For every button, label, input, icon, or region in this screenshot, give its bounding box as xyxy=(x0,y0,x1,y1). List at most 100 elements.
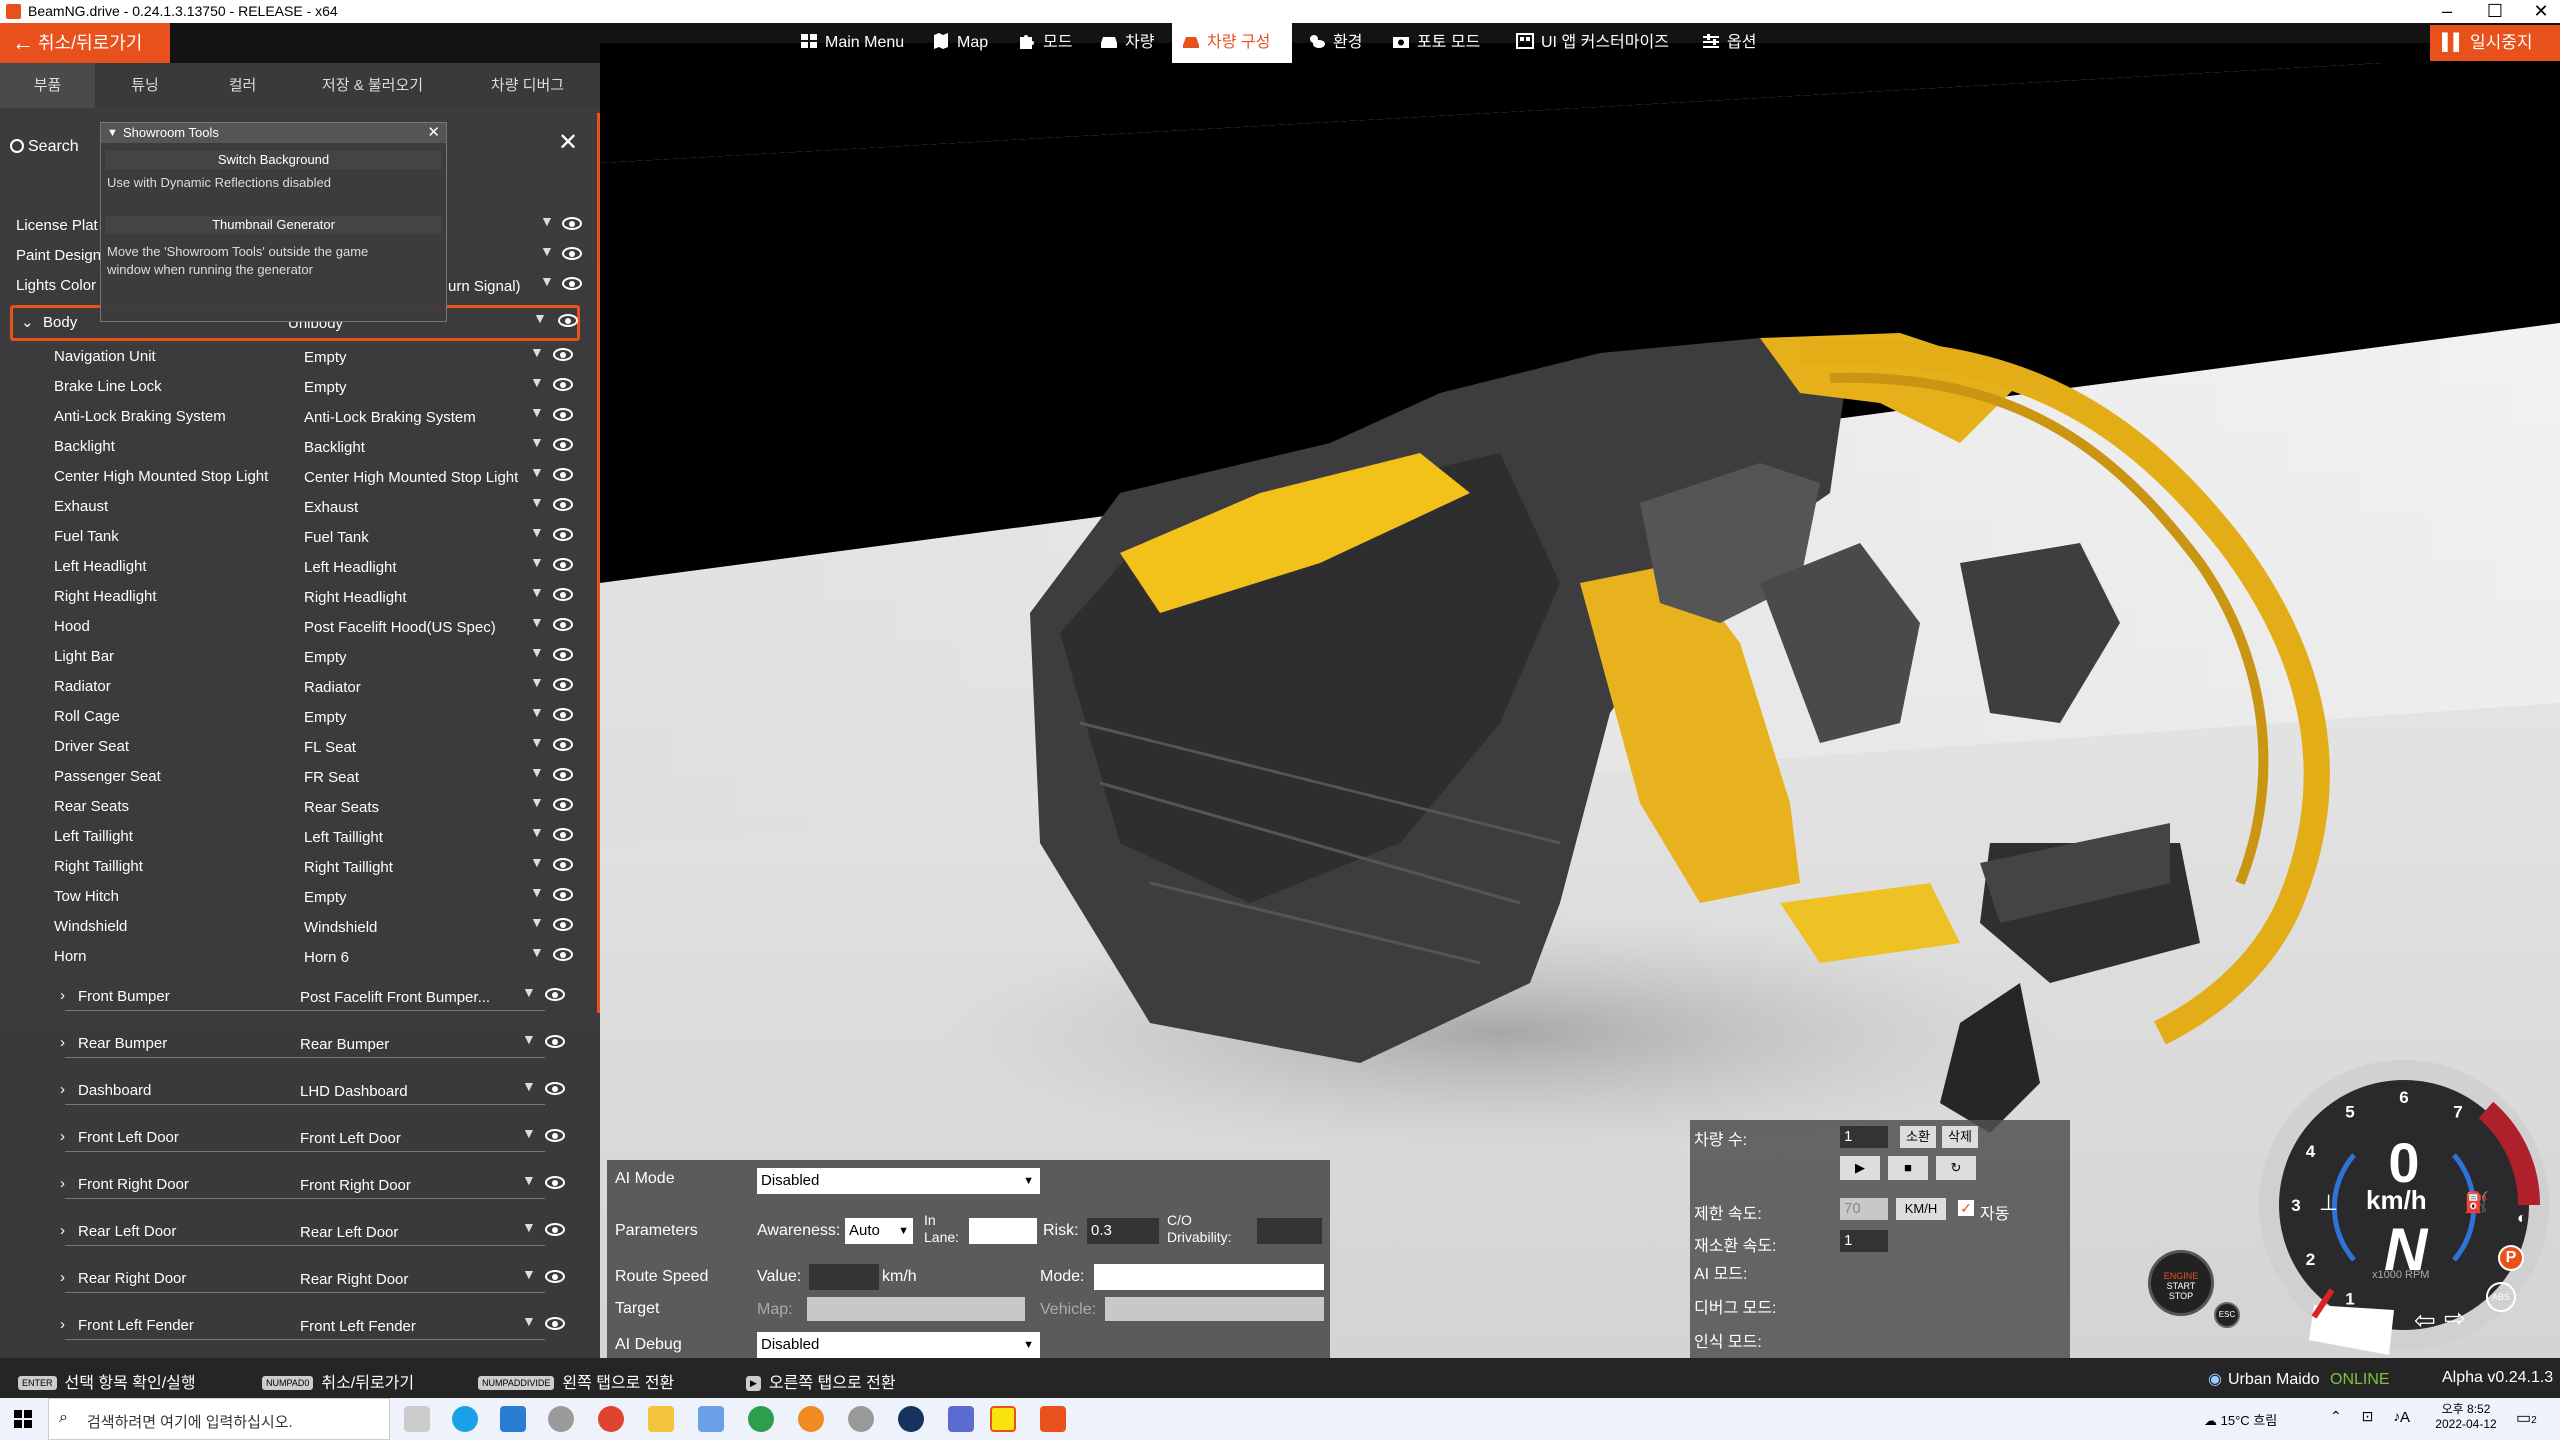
visibility-eye-icon[interactable] xyxy=(553,828,573,841)
part-row[interactable]: Brake Line Lock Empty ▼ xyxy=(0,372,590,402)
spawn-button[interactable]: 소환 xyxy=(1900,1126,1936,1148)
steam-taskbar-icon[interactable] xyxy=(898,1406,924,1432)
chrome-alt-icon[interactable] xyxy=(748,1406,774,1432)
menu-vehicle-config[interactable]: 차량 구성 xyxy=(1172,23,1292,63)
tab-tuning[interactable]: 튜닝 xyxy=(95,63,195,108)
route-speed-input[interactable] xyxy=(809,1264,879,1290)
part-group-row[interactable]: › Front Bumper Post Facelift Front Bumper.… xyxy=(0,982,590,1012)
target-vehicle-input[interactable] xyxy=(1105,1297,1324,1321)
part-group-row[interactable]: › Front Right Door Front Right Door ▼ xyxy=(0,1170,590,1200)
part-row[interactable]: Exhaust Exhaust ▼ xyxy=(0,492,590,522)
chevron-down-icon[interactable]: ▼ xyxy=(522,1266,536,1282)
chevron-icon[interactable]: ⌄ xyxy=(21,313,34,331)
visibility-eye-icon[interactable] xyxy=(562,247,582,260)
chevron-icon[interactable]: › xyxy=(60,1081,65,1098)
chevron-down-icon[interactable]: ▼ xyxy=(530,434,544,450)
part-group-row[interactable]: › Front Left Fender Front Left Fender ▼ xyxy=(0,1311,590,1341)
file-explorer-icon[interactable] xyxy=(648,1406,674,1432)
chevron-down-icon[interactable]: ▼ xyxy=(522,1172,536,1188)
app-icon-3[interactable] xyxy=(848,1406,874,1432)
chevron-icon[interactable]: › xyxy=(60,1316,65,1333)
visibility-eye-icon[interactable] xyxy=(553,498,573,511)
visibility-eye-icon[interactable] xyxy=(545,988,565,1001)
chevron-down-icon[interactable]: ▼ xyxy=(530,464,544,480)
chevron-down-icon[interactable]: ▼ xyxy=(530,674,544,690)
chevron-down-icon[interactable]: ▼ xyxy=(533,310,547,326)
visibility-eye-icon[interactable] xyxy=(553,438,573,451)
speed-limit-input[interactable]: 70 xyxy=(1840,1198,1888,1220)
part-row[interactable]: Rear Seats Rear Seats ▼ xyxy=(0,792,590,822)
visibility-eye-icon[interactable] xyxy=(553,738,573,751)
part-group-row[interactable]: › Dashboard LHD Dashboard ▼ xyxy=(0,1076,590,1106)
chevron-down-icon[interactable]: ▼ xyxy=(530,584,544,600)
respawn-speed-input[interactable]: 1 xyxy=(1840,1230,1888,1252)
visibility-eye-icon[interactable] xyxy=(545,1035,565,1048)
part-row[interactable]: Anti-Lock Braking System Anti-Lock Brakin… xyxy=(0,402,590,432)
menu-options[interactable]: 옵션 xyxy=(1692,23,1766,63)
chevron-down-icon[interactable]: ▼ xyxy=(530,884,544,900)
risk-input[interactable]: 0.3 xyxy=(1087,1218,1159,1244)
kakaotalk-icon[interactable] xyxy=(990,1406,1016,1432)
part-row[interactable]: Windshield Windshield ▼ xyxy=(0,912,590,942)
user-status[interactable]: ◉ Urban Maido ONLINE xyxy=(2208,1369,2390,1389)
chevron-icon[interactable]: › xyxy=(60,987,65,1004)
menu-vehicles[interactable]: 차량 xyxy=(1090,23,1164,63)
part-row[interactable]: Horn Horn 6 ▼ xyxy=(0,942,590,972)
part-row[interactable]: Navigation Unit Empty ▼ xyxy=(0,342,590,372)
showroom-close-icon[interactable]: ✕ xyxy=(427,123,440,143)
visibility-eye-icon[interactable] xyxy=(553,348,573,361)
refresh-button[interactable]: ↻ xyxy=(1936,1156,1976,1180)
part-row[interactable]: Roll Cage Empty ▼ xyxy=(0,702,590,732)
part-row[interactable]: Left Taillight Left Taillight ▼ xyxy=(0,822,590,852)
visibility-eye-icon[interactable] xyxy=(553,408,573,421)
part-row[interactable]: Passenger Seat FR Seat ▼ xyxy=(0,762,590,792)
target-map-input[interactable] xyxy=(807,1297,1025,1321)
part-group-row[interactable]: › Rear Left Door Rear Left Door ▼ xyxy=(0,1217,590,1247)
visibility-eye-icon[interactable] xyxy=(553,798,573,811)
engine-start-stop-button[interactable]: ENGINE START STOP xyxy=(2148,1250,2214,1316)
close-window-icon[interactable]: ✕ xyxy=(2526,0,2556,23)
part-group-row[interactable]: › Rear Bumper Rear Bumper ▼ xyxy=(0,1029,590,1059)
chevron-down-icon[interactable]: ▼ xyxy=(530,704,544,720)
chevron-icon[interactable]: › xyxy=(60,1128,65,1145)
visibility-eye-icon[interactable] xyxy=(553,768,573,781)
chevron-icon[interactable]: › xyxy=(60,1175,65,1192)
chevron-down-icon[interactable]: ▼ xyxy=(530,524,544,540)
chevron-down-icon[interactable]: ▼ xyxy=(530,824,544,840)
weather-widget[interactable]: ☁ 15°C 흐림 xyxy=(2204,1410,2277,1429)
delete-button[interactable]: 삭제 xyxy=(1942,1126,1978,1148)
chevron-down-icon[interactable]: ▼ xyxy=(522,984,536,1000)
chevron-down-icon[interactable]: ▼ xyxy=(522,1031,536,1047)
chevron-down-icon[interactable]: ▼ xyxy=(530,374,544,390)
part-group-row[interactable]: › Rear Right Door Rear Right Door ▼ xyxy=(0,1264,590,1294)
visibility-eye-icon[interactable] xyxy=(553,648,573,661)
visibility-eye-icon[interactable] xyxy=(553,918,573,931)
visibility-eye-icon[interactable] xyxy=(553,708,573,721)
visibility-eye-icon[interactable] xyxy=(553,468,573,481)
chevron-down-icon[interactable]: ▼ xyxy=(522,1078,536,1094)
part-group-row[interactable]: › Front Left Door Front Left Door ▼ xyxy=(0,1123,590,1153)
chrome-icon[interactable] xyxy=(598,1406,624,1432)
chevron-down-icon[interactable]: ▼ xyxy=(530,554,544,570)
switch-background-button[interactable]: Switch Background xyxy=(105,151,442,169)
in-lane-input[interactable] xyxy=(969,1218,1037,1244)
menu-map[interactable]: Map xyxy=(922,23,998,63)
chevron-down-icon[interactable]: ▼ xyxy=(522,1219,536,1235)
visibility-eye-icon[interactable] xyxy=(553,948,573,961)
collapse-triangle-icon[interactable]: ▼ xyxy=(107,123,118,143)
chevron-icon[interactable]: › xyxy=(60,1269,65,1286)
pause-button[interactable]: ▌▌ 일시중지 xyxy=(2430,25,2560,61)
visibility-eye-icon[interactable] xyxy=(553,678,573,691)
task-view-icon[interactable] xyxy=(404,1406,430,1432)
part-row[interactable]: Light Bar Empty ▼ xyxy=(0,642,590,672)
blender-icon[interactable] xyxy=(798,1406,824,1432)
edge-icon[interactable] xyxy=(452,1406,478,1432)
tab-color[interactable]: 컬러 xyxy=(195,63,290,108)
part-row[interactable]: Right Taillight Right Taillight ▼ xyxy=(0,852,590,882)
drivability-input[interactable] xyxy=(1257,1218,1322,1244)
part-row[interactable]: Left Headlight Left Headlight ▼ xyxy=(0,552,590,582)
ai-debug-select[interactable]: Disabled ▼ xyxy=(757,1332,1040,1358)
windows-start-icon[interactable] xyxy=(14,1410,32,1428)
visibility-eye-icon[interactable] xyxy=(558,314,578,327)
part-row[interactable]: Driver Seat FL Seat ▼ xyxy=(0,732,590,762)
